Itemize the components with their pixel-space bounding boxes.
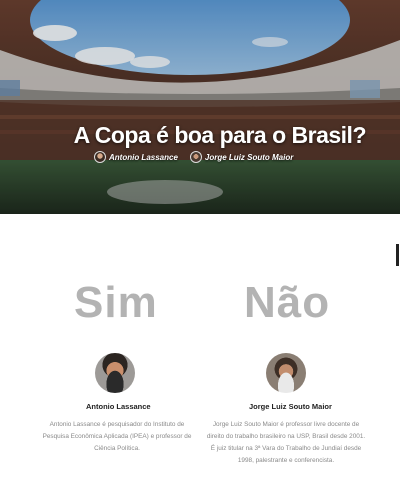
person-name-left: Antonio Lassance xyxy=(86,402,151,411)
scrollbar-thumb[interactable] xyxy=(396,244,399,266)
bio-left: Antonio Lassance é pesquisador do Instit… xyxy=(42,421,192,452)
author-name: Antonio Lassance xyxy=(109,152,178,162)
avatar-antonio-lassance xyxy=(95,353,135,393)
avatar-jorge-souto-maior xyxy=(266,353,306,393)
author-chip-lassance[interactable]: Antonio Lassance xyxy=(94,151,178,163)
hero-banner: A Copa é boa para o Brasil? Antonio Lass… xyxy=(0,0,400,214)
vote-yes-label: Sim xyxy=(74,278,158,327)
author-avatar xyxy=(189,151,202,163)
hero-authors: Antonio Lassance Jorge Luiz Souto Maior xyxy=(94,151,299,163)
article-title: A Copa é boa para o Brasil? xyxy=(73,122,367,148)
author-avatar xyxy=(94,151,106,163)
stadium-image xyxy=(0,0,400,214)
bio-right: Jorge Luiz Souto Maior é professor livre… xyxy=(206,421,366,464)
person-name-right: Jorge Luiz Souto Maior xyxy=(249,402,332,411)
author-chip-souto-maior[interactable]: Jorge Luiz Souto Maior xyxy=(189,151,294,163)
vote-no-label: Não xyxy=(244,278,331,327)
author-name: Jorge Luiz Souto Maior xyxy=(204,152,294,162)
